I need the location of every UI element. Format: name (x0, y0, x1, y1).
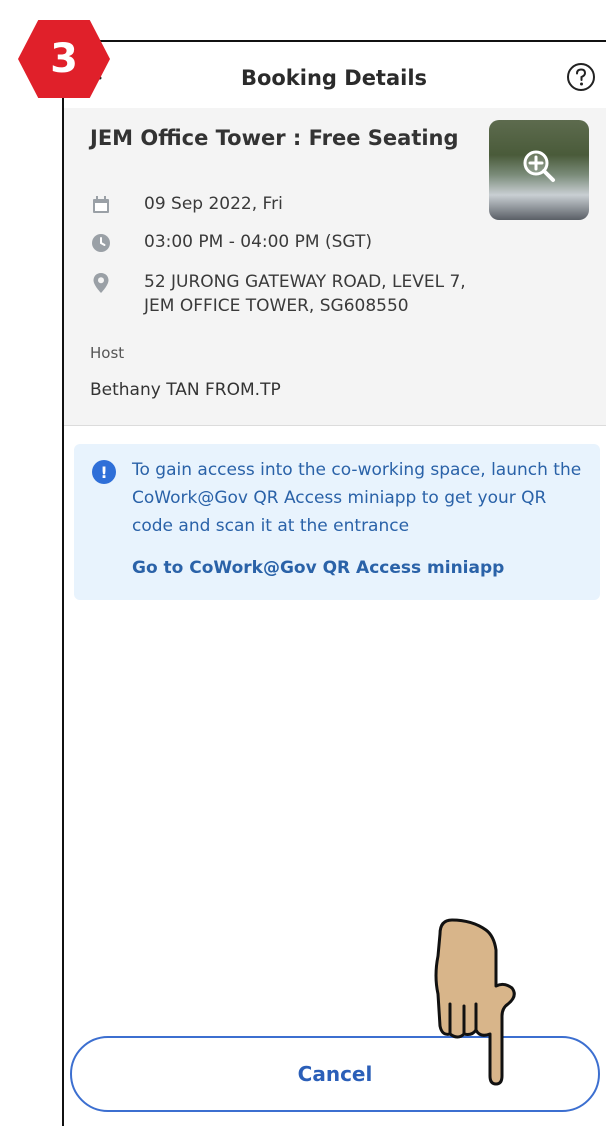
venue-title: JEM Office Tower : Free Seating (90, 126, 459, 150)
calendar-icon (93, 196, 109, 213)
qr-miniapp-link[interactable]: Go to CoWork@Gov QR Access miniapp (132, 558, 504, 578)
notice-text: To gain access into the co-working space… (132, 460, 582, 536)
help-icon[interactable] (565, 61, 597, 93)
date-row: 09 Sep 2022, Fri (90, 192, 283, 216)
page-title: Booking Details (240, 66, 428, 90)
booking-details-card: JEM Office Tower : Free Seating 09 Sep 2… (64, 108, 606, 426)
location-pin-icon (93, 273, 109, 293)
booking-date: 09 Sep 2022, Fri (144, 194, 283, 214)
zoom-icon[interactable] (521, 148, 557, 184)
step-number: 3 (50, 36, 78, 82)
host-name: Bethany TAN FROM.TP (90, 380, 281, 400)
host-label: Host (90, 344, 125, 362)
address-row: 52 JURONG GATEWAY ROAD, LEVEL 7, JEM OFF… (90, 270, 484, 318)
booking-address: 52 JURONG GATEWAY ROAD, LEVEL 7, JEM OFF… (144, 272, 466, 316)
time-row: 03:00 PM - 04:00 PM (SGT) (90, 230, 372, 254)
venue-thumbnail[interactable] (489, 120, 589, 220)
access-notice: ! To gain access into the co-working spa… (74, 444, 600, 600)
hand-pointer-icon (434, 918, 516, 1086)
clock-icon (92, 234, 110, 252)
info-icon: ! (92, 460, 116, 484)
booking-time: 03:00 PM - 04:00 PM (SGT) (144, 232, 372, 252)
